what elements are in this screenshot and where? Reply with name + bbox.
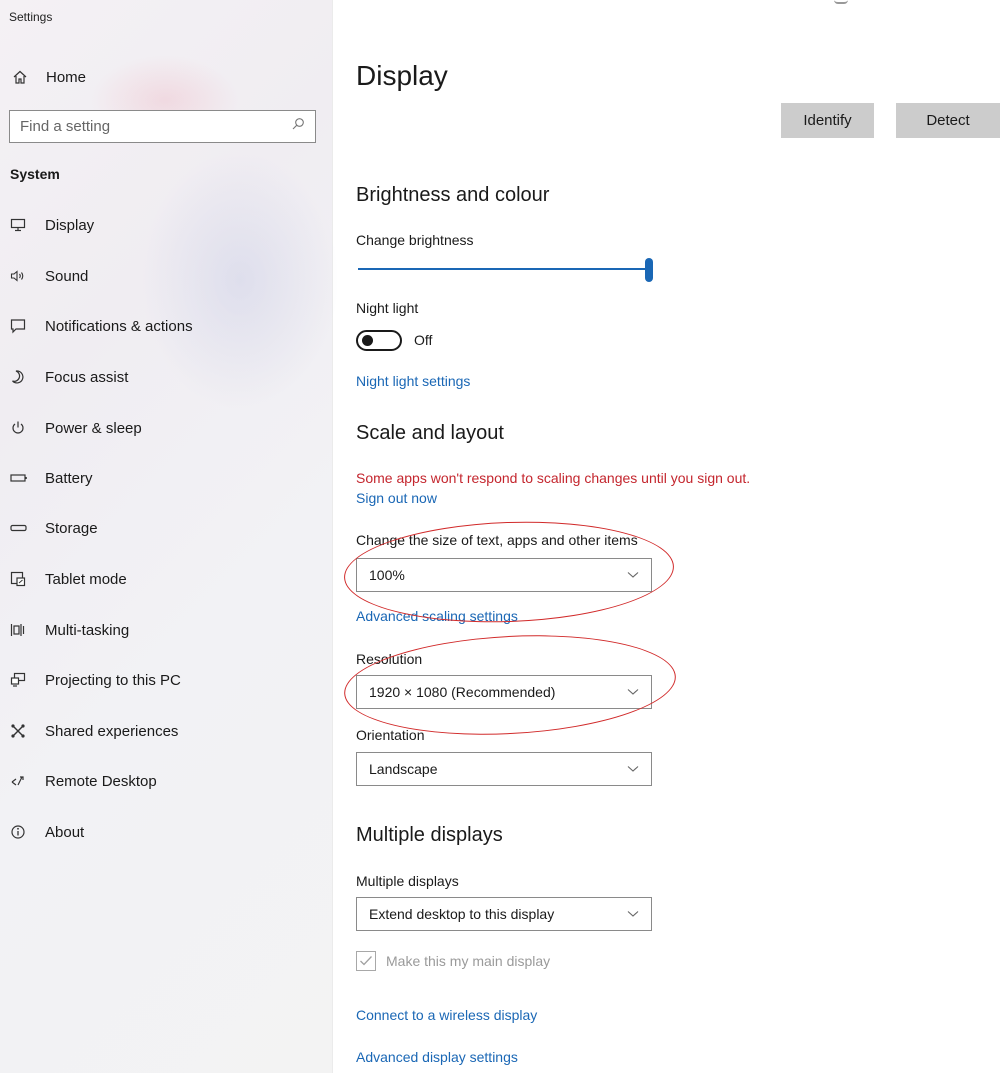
battery-icon — [10, 472, 45, 484]
scale-layout-heading: Scale and layout — [356, 422, 504, 444]
multiple-displays-label: Multiple displays — [356, 873, 459, 889]
projecting-icon — [10, 672, 45, 688]
scale-value: 100% — [369, 567, 405, 583]
sidebar-item-multitasking[interactable]: Multi-tasking — [10, 618, 310, 642]
sidebar-item-display[interactable]: Display — [10, 213, 310, 237]
main-display-checkbox-row: Make this my main display — [356, 950, 550, 972]
chevron-down-icon — [627, 566, 639, 584]
multiple-displays-dropdown[interactable]: Extend desktop to this display — [356, 897, 652, 931]
brightness-heading: Brightness and colour — [356, 184, 550, 206]
resolution-label: Resolution — [356, 651, 423, 667]
sidebar-item-remote-desktop[interactable]: Remote Desktop — [10, 769, 310, 793]
notification-icon — [10, 318, 45, 334]
sidebar-item-about[interactable]: About — [10, 820, 310, 844]
tablet-mode-icon — [10, 571, 45, 587]
orientation-value: Landscape — [369, 761, 438, 777]
night-light-toggle-row: Off — [356, 329, 432, 351]
sidebar-item-label: Multi-tasking — [45, 621, 130, 639]
speaker-icon — [10, 269, 45, 283]
page-title: Display — [356, 60, 448, 91]
window-title: Settings — [9, 10, 53, 24]
sidebar-item-label: Storage — [45, 519, 98, 537]
sidebar-item-label: Sound — [45, 267, 89, 285]
sidebar-item-label: Battery — [45, 469, 93, 487]
chevron-down-icon — [627, 683, 639, 701]
orientation-label: Orientation — [356, 727, 425, 743]
brightness-slider[interactable] — [358, 258, 654, 282]
identify-button[interactable]: Identify — [781, 103, 874, 138]
sidebar-item-label: Focus assist — [45, 368, 129, 386]
sidebar-item-projecting[interactable]: Projecting to this PC — [10, 668, 310, 692]
shared-experiences-icon — [10, 723, 45, 739]
sidebar-item-label: Power & sleep — [45, 419, 142, 437]
size-label: Change the size of text, apps and other … — [356, 532, 638, 548]
sidebar-item-power-sleep[interactable]: Power & sleep — [10, 416, 310, 440]
night-light-state: Off — [414, 332, 433, 348]
night-light-settings-link[interactable]: Night light settings — [356, 373, 470, 389]
sidebar-item-label: About — [45, 823, 85, 841]
main-display-label: Make this my main display — [386, 953, 551, 969]
main-content: Display Identify Detect Brightness and c… — [334, 0, 1000, 1073]
home-link[interactable]: Home — [12, 66, 86, 88]
sidebar-item-storage[interactable]: Storage — [10, 516, 310, 540]
cropped-header-fragment — [834, 0, 848, 4]
search-icon[interactable] — [291, 117, 305, 136]
slider-thumb[interactable] — [645, 258, 653, 282]
sidebar-item-battery[interactable]: Battery — [10, 466, 310, 490]
sidebar-item-label: Remote Desktop — [45, 772, 157, 790]
sidebar-item-shared-experiences[interactable]: Shared experiences — [10, 719, 310, 743]
sidebar-item-focus-assist[interactable]: Focus assist — [10, 365, 310, 389]
info-icon — [10, 824, 45, 840]
chevron-down-icon — [627, 760, 639, 778]
sidebar-item-notifications[interactable]: Notifications & actions — [10, 314, 310, 338]
toggle-knob — [362, 334, 373, 346]
moon-icon — [10, 369, 45, 385]
home-icon — [12, 69, 46, 85]
sidebar-item-label: Tablet mode — [45, 570, 127, 588]
main-display-checkbox[interactable] — [356, 951, 376, 971]
orientation-dropdown[interactable]: Landscape — [356, 752, 652, 786]
night-light-label: Night light — [356, 300, 419, 316]
sidebar-item-label: Display — [45, 216, 95, 234]
section-label-system: System — [10, 166, 60, 182]
multiple-displays-value: Extend desktop to this display — [369, 906, 555, 922]
sidebar-item-label: Notifications & actions — [45, 317, 193, 335]
sign-out-now-link[interactable]: Sign out now — [356, 490, 437, 506]
sidebar-item-tablet-mode[interactable]: Tablet mode — [10, 567, 310, 591]
connect-wireless-display-link[interactable]: Connect to a wireless display — [356, 1007, 537, 1023]
scaling-warning: Some apps won't respond to scaling chang… — [356, 470, 751, 486]
advanced-scaling-link[interactable]: Advanced scaling settings — [356, 608, 518, 624]
advanced-display-settings-link[interactable]: Advanced display settings — [356, 1049, 518, 1065]
sidebar-item-label: Projecting to this PC — [45, 671, 181, 689]
scale-dropdown[interactable]: 100% — [356, 558, 652, 592]
resolution-dropdown[interactable]: 1920 × 1080 (Recommended) — [356, 675, 652, 709]
remote-desktop-icon — [10, 773, 45, 789]
sidebar-item-label: Shared experiences — [45, 722, 179, 740]
power-icon — [10, 420, 45, 436]
monitor-icon — [10, 218, 45, 232]
multitasking-icon — [10, 622, 45, 638]
change-brightness-label: Change brightness — [356, 232, 474, 248]
resolution-value: 1920 × 1080 (Recommended) — [369, 684, 556, 700]
night-light-toggle[interactable] — [356, 329, 402, 351]
chevron-down-icon — [627, 905, 639, 923]
search-input[interactable] — [20, 118, 270, 135]
checkmark-icon — [360, 956, 372, 966]
search-box[interactable] — [9, 110, 316, 143]
sidebar-item-sound[interactable]: Sound — [10, 264, 310, 288]
multiple-displays-heading: Multiple displays — [356, 824, 503, 846]
slider-track — [358, 268, 648, 270]
home-label: Home — [46, 68, 87, 86]
sidebar: Settings Home System Display Sound Notif… — [0, 0, 340, 1073]
detect-button[interactable]: Detect — [896, 103, 1000, 138]
storage-icon — [10, 522, 45, 534]
